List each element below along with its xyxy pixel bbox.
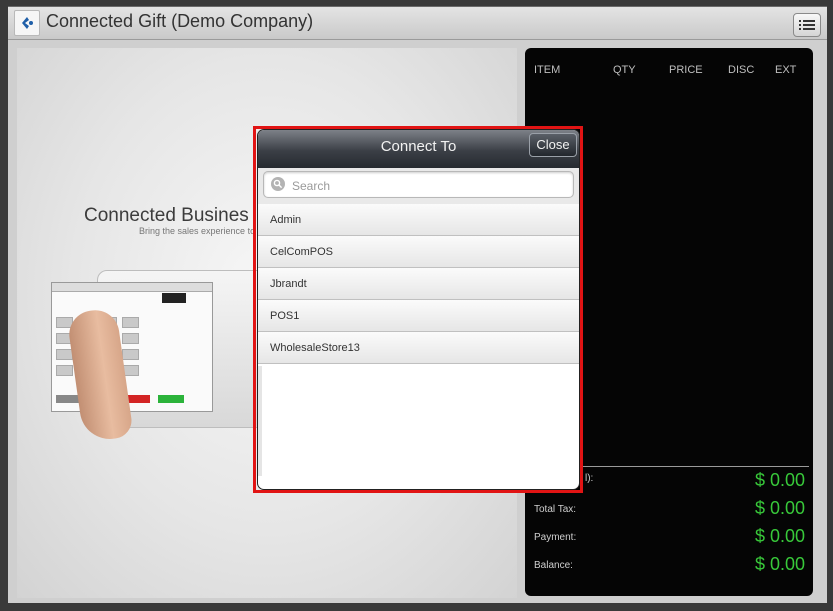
balance-label: Balance: — [534, 560, 573, 571]
total-tax-label: Total Tax: — [534, 504, 577, 515]
subtotal-value: $ 0.00 — [754, 470, 805, 490]
column-disc: DISC — [728, 64, 755, 76]
list-menu-button[interactable] — [793, 13, 821, 37]
total-tax-value: $ 0.00 — [754, 498, 805, 518]
column-qty: QTY — [613, 64, 636, 76]
subtotal-label: l): — [585, 473, 594, 484]
column-ext: EXT — [775, 64, 797, 76]
promo-title: Connected Busines — [84, 205, 249, 226]
app-title: Connected Gift (Demo Company) — [46, 11, 314, 31]
payment-value: $ 0.00 — [754, 526, 805, 546]
connected-logo-icon — [14, 10, 40, 36]
title-bar: Connected Gift (Demo Company) — [8, 7, 827, 40]
column-item: ITEM — [534, 64, 561, 76]
balance-value: $ 0.00 — [754, 554, 805, 574]
payment-label: Payment: — [534, 532, 577, 543]
promo-subtitle: Bring the sales experience to — [139, 226, 256, 236]
list-menu-icon — [799, 20, 815, 30]
dialog-highlight-frame — [253, 126, 583, 493]
column-price: PRICE — [669, 64, 703, 76]
order-column-headers: ITEM QTY PRICE DISC EXT — [525, 64, 813, 78]
